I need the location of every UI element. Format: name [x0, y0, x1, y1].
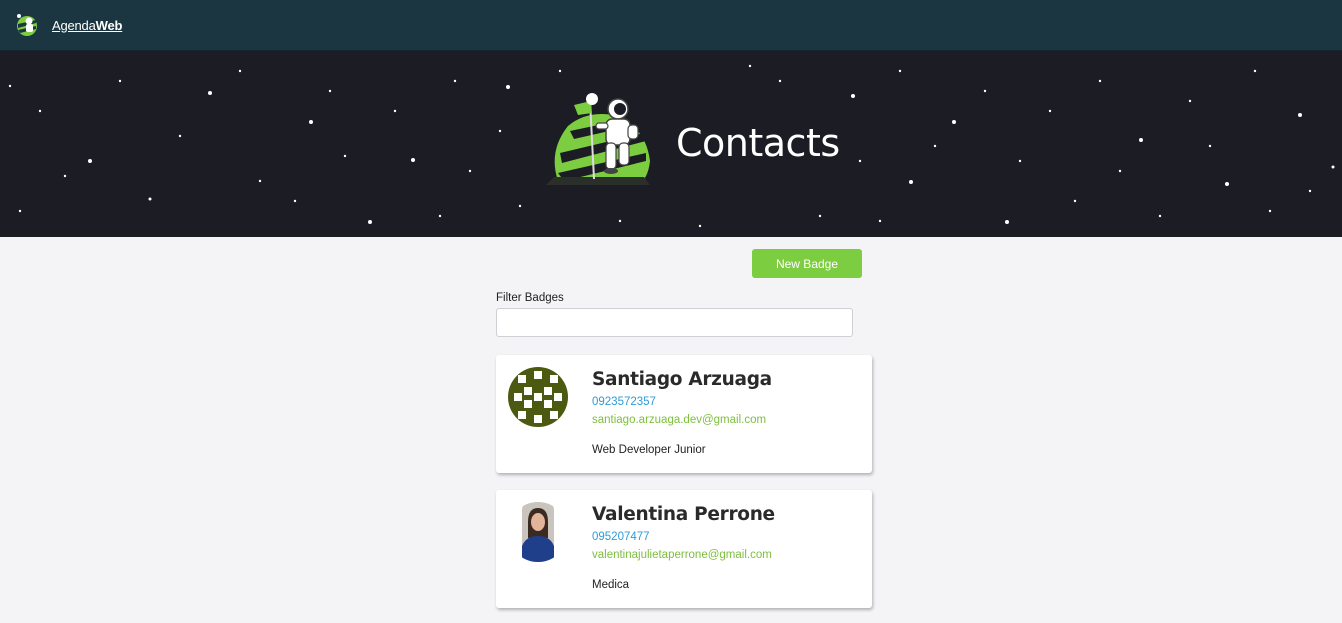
badge-job-title: Medica: [592, 579, 630, 591]
badge-job-title: Web Developer Junior: [592, 444, 706, 456]
brand-link[interactable]: AgendaWeb: [14, 12, 122, 38]
badge-card[interactable]: Valentina Perrone 095207477 valentinajul…: [496, 490, 872, 608]
identicon-avatar: [508, 367, 568, 427]
photo-avatar: [508, 502, 568, 562]
top-navbar: AgendaWeb: [0, 0, 1342, 51]
page-title: Contacts: [676, 121, 840, 165]
astronaut-logo-icon: [17, 14, 37, 36]
badge-card[interactable]: Santiago Arzuaga 0923572357 santiago.arz…: [496, 355, 872, 473]
badge-email: valentinajulietaperrone@gmail.com: [592, 549, 772, 561]
badge-email: santiago.arzuaga.dev@gmail.com: [592, 414, 767, 426]
filter-input[interactable]: [496, 308, 853, 337]
hero-banner: Contacts: [0, 51, 1342, 237]
badge-name: Valentina Perrone: [592, 504, 775, 525]
astronaut-illustration-icon: [546, 93, 650, 185]
person-photo-icon: [508, 502, 568, 562]
new-badge-button[interactable]: New Badge: [752, 249, 862, 278]
brand-name: AgendaWeb: [52, 17, 123, 33]
badge-phone: 0923572357: [592, 396, 656, 408]
starfield-background: [8, 64, 1335, 228]
badge-name: Santiago Arzuaga: [592, 369, 772, 390]
filter-label: Filter Badges: [496, 292, 564, 304]
badge-phone: 095207477: [592, 531, 650, 543]
identicon-pattern-icon: [508, 367, 568, 427]
